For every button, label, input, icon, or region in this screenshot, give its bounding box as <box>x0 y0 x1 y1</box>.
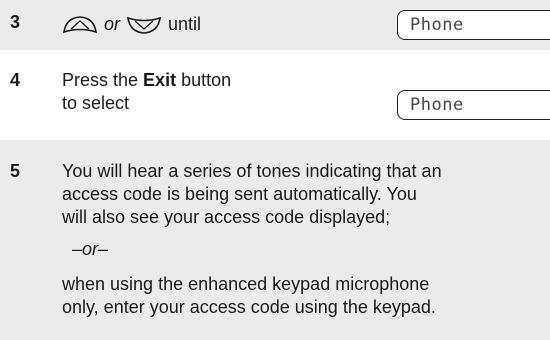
step-number: 4 <box>10 70 21 90</box>
step-5-line-1: You will hear a series of tones indicati… <box>62 161 442 181</box>
step-number: 3 <box>10 12 21 32</box>
step-3-text: or until <box>62 13 201 36</box>
step-5-text: You will hear a series of tones indicati… <box>62 160 442 319</box>
step-number: 5 <box>10 161 21 181</box>
until-text: until <box>168 14 202 34</box>
down-arrow-key-icon <box>127 16 161 34</box>
step-5-line-5: only, enter your access code using the k… <box>62 297 436 317</box>
or-divider: –or– <box>72 239 109 259</box>
exit-button-label: Exit <box>143 70 177 90</box>
step-5-line-4: when using the enhanced keypad microphon… <box>62 274 430 294</box>
step-4-text: Press the Exit button to select <box>62 69 231 115</box>
step-5-line-2: access code is being sent automatically.… <box>62 184 417 204</box>
up-arrow-key-icon <box>63 15 97 33</box>
step-4-line-1: Press the Exit button <box>62 70 232 90</box>
step-4-row: 4 Press the Exit button to select Phone <box>0 50 550 140</box>
step-4-line-2: to select <box>62 93 130 113</box>
lcd-display: Phone <box>397 90 550 120</box>
step-5-row: 5 You will hear a series of tones indica… <box>0 140 550 340</box>
or-text: or <box>104 14 121 34</box>
step-3-row: 3 or until Phone <box>0 0 550 50</box>
lcd-display: Phone <box>397 10 550 40</box>
step-5-line-3: will also see your access code displayed… <box>62 207 391 227</box>
